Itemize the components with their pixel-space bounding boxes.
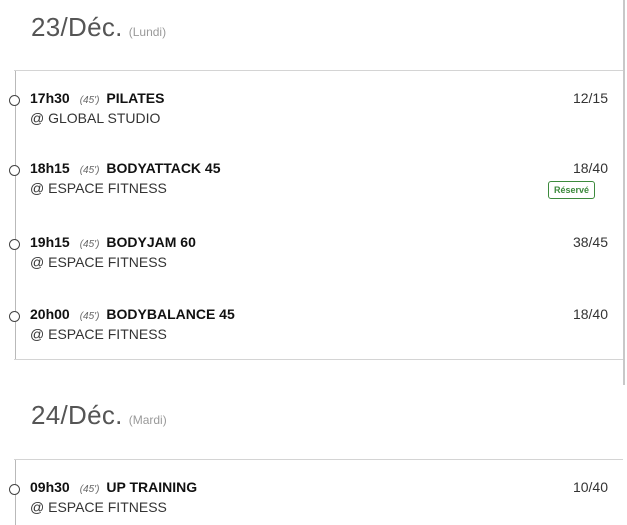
timeline-dot [9,239,20,250]
day-date: 23/Déc. [31,12,123,42]
session-location: @ ESPACE FITNESS [30,499,167,515]
session-time: 20h00 [30,306,70,322]
session-time: 19h15 [30,234,70,250]
session-name: UP TRAINING [106,479,198,495]
session-heading: 19h15 (45') BODYJAM 60 [30,234,196,250]
day-weekday: (Mardi) [128,413,167,427]
timeline-dot [9,311,20,322]
session-name: BODYBALANCE 45 [106,306,235,322]
day-header: 24/Déc. (Mardi) [31,400,167,431]
session-duration: (45') [79,484,100,495]
session-location: @ ESPACE FITNESS [30,326,167,342]
session-heading: 18h15 (45') BODYATTACK 45 [30,160,221,176]
session-duration: (45') [79,165,100,176]
session-time: 17h30 [30,90,70,106]
session-row[interactable]: 18h15 (45') BODYATTACK 45 @ ESPACE FITNE… [9,160,608,208]
session-duration: (45') [79,239,100,250]
session-time: 09h30 [30,479,70,495]
day-header: 23/Déc. (Lundi) [31,12,166,43]
session-row[interactable]: 20h00 (45') BODYBALANCE 45 @ ESPACE FITN… [9,306,608,354]
timeline-dot [9,484,20,495]
session-duration: (45') [79,311,100,322]
day-bottom-rule [14,359,623,360]
session-row[interactable]: 17h30 (45') PILATES @ GLOBAL STUDIO 12/1… [9,90,608,138]
session-heading: 20h00 (45') BODYBALANCE 45 [30,306,235,322]
timeline-dot [9,165,20,176]
scrollbar[interactable] [623,0,625,385]
session-row[interactable]: 19h15 (45') BODYJAM 60 @ ESPACE FITNESS … [9,234,608,282]
session-location: @ ESPACE FITNESS [30,180,167,196]
session-duration: (45') [79,95,100,106]
session-name: BODYJAM 60 [106,234,196,250]
day-date: 24/Déc. [31,400,123,430]
session-count: 38/45 [572,234,608,250]
day-weekday: (Lundi) [128,25,167,39]
session-time: 18h15 [30,160,70,176]
session-row[interactable]: 09h30 (45') UP TRAINING @ ESPACE FITNESS… [9,479,608,525]
reserved-badge: Réservé [547,181,595,199]
day-top-rule [14,459,623,460]
session-count: 10/40 [572,479,608,495]
session-heading: 17h30 (45') PILATES [30,90,164,106]
timeline-dot [9,95,20,106]
session-name: BODYATTACK 45 [106,160,221,176]
session-heading: 09h30 (45') UP TRAINING [30,479,197,495]
schedule-page: 23/Déc. (Lundi) 17h30 (45') PILATES @ GL… [0,0,627,525]
day-top-rule [14,70,623,71]
session-location: @ ESPACE FITNESS [30,254,167,270]
session-location: @ GLOBAL STUDIO [30,110,161,126]
session-name: PILATES [106,90,165,106]
session-count: 12/15 [572,90,608,106]
session-count: 18/40 [572,160,608,176]
session-count: 18/40 [572,306,608,322]
